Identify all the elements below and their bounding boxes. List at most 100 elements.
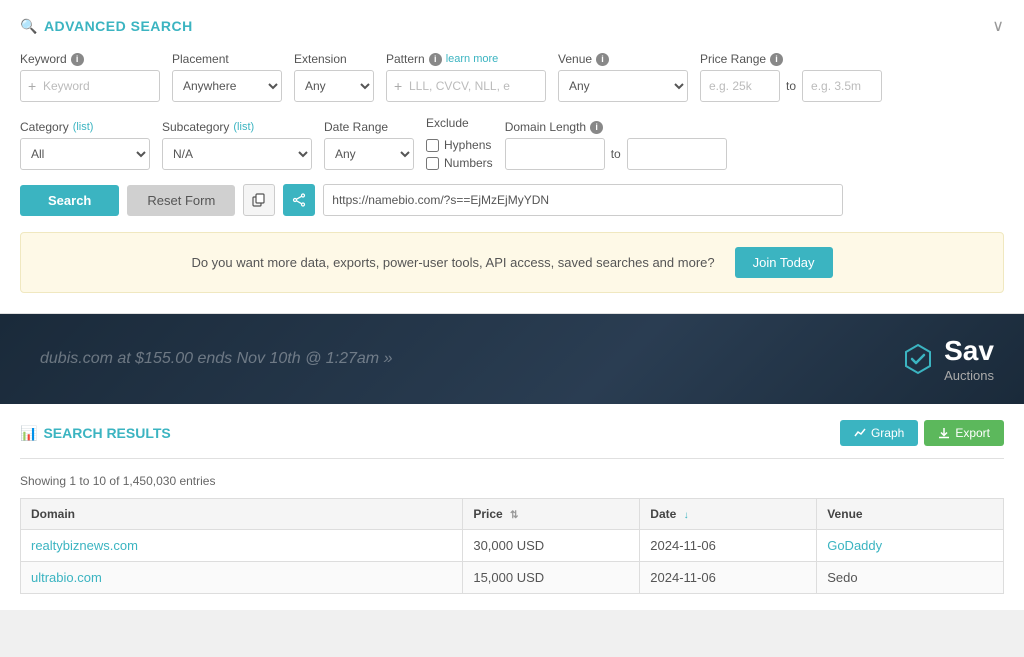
domain-length-label: Domain Length i bbox=[505, 120, 727, 134]
advanced-search-section: 🔍 ADVANCED SEARCH ∨ Keyword i + Placemen… bbox=[0, 0, 1024, 314]
page-wrapper: 🔍 ADVANCED SEARCH ∨ Keyword i + Placemen… bbox=[0, 0, 1024, 610]
pattern-info-icon[interactable]: i bbox=[429, 53, 442, 66]
price-min-input[interactable] bbox=[700, 70, 780, 102]
results-section: 📊 SEARCH RESULTS Graph Export bbox=[0, 404, 1024, 610]
col-header-price[interactable]: Price ⇅ bbox=[463, 499, 640, 530]
exclude-hyphens-label[interactable]: Hyphens bbox=[426, 138, 493, 152]
price-range-info-icon[interactable]: i bbox=[770, 53, 783, 66]
price-to-label: to bbox=[784, 79, 798, 93]
cell-date-2: 2024-11-06 bbox=[640, 562, 817, 594]
exclude-hyphens-checkbox[interactable] bbox=[426, 139, 439, 152]
cell-price-1: 30,000 USD bbox=[463, 530, 640, 562]
auction-promo-text[interactable]: dubis.com at $155.00 ends Nov 10th @ 1:2… bbox=[40, 350, 392, 368]
collapse-icon[interactable]: ∨ bbox=[992, 16, 1004, 36]
results-actions: Graph Export bbox=[840, 420, 1004, 446]
subcategory-label: Subcategory (list) bbox=[162, 120, 312, 134]
auction-banner: dubis.com at $155.00 ends Nov 10th @ 1:2… bbox=[0, 314, 1024, 404]
category-list-link[interactable]: (list) bbox=[73, 121, 94, 133]
subcategory-group: Subcategory (list) N/A bbox=[162, 120, 312, 170]
domain-length-inputs: to bbox=[505, 138, 727, 170]
venue-label: Venue i bbox=[558, 52, 688, 66]
price-max-input[interactable] bbox=[802, 70, 882, 102]
category-select[interactable]: All Business Technology Health bbox=[20, 138, 150, 170]
domain-link-1[interactable]: realtybiznews.com bbox=[31, 538, 138, 553]
section-title: 🔍 ADVANCED SEARCH bbox=[20, 18, 193, 35]
pattern-group: Pattern i learn more + bbox=[386, 52, 546, 102]
venue-select[interactable]: Any GoDaddy Sedo NameJet bbox=[558, 70, 688, 102]
domain-link-2[interactable]: ultrabio.com bbox=[31, 570, 102, 585]
results-header: 📊 SEARCH RESULTS Graph Export bbox=[20, 420, 1004, 446]
link-share-button[interactable] bbox=[283, 184, 315, 216]
date-sort-icon: ↓ bbox=[684, 510, 689, 521]
keyword-input[interactable] bbox=[20, 70, 160, 102]
search-icon: 🔍 bbox=[20, 18, 38, 35]
pattern-input-wrapper: + bbox=[386, 70, 546, 102]
venue-link-1[interactable]: GoDaddy bbox=[827, 538, 882, 553]
date-range-group: Date Range Any Today Last 7 days Last 30… bbox=[324, 120, 414, 170]
price-range-label: Price Range i bbox=[700, 52, 882, 66]
sav-brand-sub: Auctions bbox=[944, 368, 994, 384]
results-count: Showing 1 to 10 of 1,450,030 entries bbox=[20, 474, 1004, 488]
cell-date-1: 2024-11-06 bbox=[640, 530, 817, 562]
category-group: Category (list) All Business Technology … bbox=[20, 120, 150, 170]
export-button[interactable]: Export bbox=[924, 420, 1004, 446]
auction-brand: Sav Auctions bbox=[944, 334, 994, 383]
cell-price-2: 15,000 USD bbox=[463, 562, 640, 594]
domain-length-max-input[interactable] bbox=[627, 138, 727, 170]
reset-button[interactable]: Reset Form bbox=[127, 185, 235, 216]
table-row: ultrabio.com 15,000 USD 2024-11-06 Sedo bbox=[21, 562, 1004, 594]
keyword-group: Keyword i + bbox=[20, 52, 160, 102]
auction-logo: Sav Auctions bbox=[900, 334, 994, 383]
category-label: Category (list) bbox=[20, 120, 150, 134]
join-today-button[interactable]: Join Today bbox=[735, 247, 833, 278]
domain-length-group: Domain Length i to bbox=[505, 120, 727, 170]
date-range-select[interactable]: Any Today Last 7 days Last 30 days bbox=[324, 138, 414, 170]
exclude-group: Exclude Hyphens Numbers bbox=[426, 116, 493, 170]
keyword-info-icon[interactable]: i bbox=[71, 53, 84, 66]
promo-banner: Do you want more data, exports, power-us… bbox=[20, 232, 1004, 293]
domain-length-info-icon[interactable]: i bbox=[590, 121, 603, 134]
promo-text: Do you want more data, exports, power-us… bbox=[191, 255, 714, 270]
extension-select[interactable]: Any .com .net .org bbox=[294, 70, 374, 102]
extension-group: Extension Any .com .net .org bbox=[294, 52, 374, 102]
subcategory-list-link[interactable]: (list) bbox=[233, 121, 254, 133]
domain-length-to-label: to bbox=[609, 147, 623, 161]
exclude-options: Hyphens Numbers bbox=[426, 136, 493, 170]
col-header-domain: Domain bbox=[21, 499, 463, 530]
col-header-date[interactable]: Date ↓ bbox=[640, 499, 817, 530]
cell-venue-2: Sedo bbox=[817, 562, 1004, 594]
keyword-plus-icon: + bbox=[28, 78, 36, 94]
pattern-input[interactable] bbox=[386, 70, 546, 102]
exclude-numbers-label[interactable]: Numbers bbox=[426, 156, 493, 170]
copy-share-button[interactable] bbox=[243, 184, 275, 216]
table-header: Domain Price ⇅ Date ↓ Venue bbox=[21, 499, 1004, 530]
keyword-input-wrapper: + bbox=[20, 70, 160, 102]
domain-length-min-input[interactable] bbox=[505, 138, 605, 170]
price-range-inputs: to bbox=[700, 70, 882, 102]
share-url-input[interactable] bbox=[323, 184, 843, 216]
cell-venue-1: GoDaddy bbox=[817, 530, 1004, 562]
placement-group: Placement Anywhere Starts with Ends with… bbox=[172, 52, 282, 102]
price-range-group: Price Range i to bbox=[700, 52, 882, 102]
subcategory-select[interactable]: N/A bbox=[162, 138, 312, 170]
graph-button[interactable]: Graph bbox=[840, 420, 918, 446]
table-row: realtybiznews.com 30,000 USD 2024-11-06 … bbox=[21, 530, 1004, 562]
table-header-row: Domain Price ⇅ Date ↓ Venue bbox=[21, 499, 1004, 530]
results-divider bbox=[20, 458, 1004, 459]
graph-icon bbox=[854, 427, 866, 439]
cell-domain-1: realtybiznews.com bbox=[21, 530, 463, 562]
placement-select[interactable]: Anywhere Starts with Ends with Exact bbox=[172, 70, 282, 102]
venue-info-icon[interactable]: i bbox=[596, 53, 609, 66]
venue-group: Venue i Any GoDaddy Sedo NameJet bbox=[558, 52, 688, 102]
sav-logo-icon bbox=[900, 341, 936, 377]
search-buttons-row: Search Reset Form bbox=[20, 184, 1004, 216]
date-range-label: Date Range bbox=[324, 120, 414, 134]
search-button[interactable]: Search bbox=[20, 185, 119, 216]
exclude-label: Exclude bbox=[426, 116, 493, 130]
results-table: Domain Price ⇅ Date ↓ Venue bbox=[20, 498, 1004, 594]
exclude-numbers-checkbox[interactable] bbox=[426, 157, 439, 170]
pattern-plus-icon: + bbox=[394, 78, 402, 94]
pattern-learn-more[interactable]: learn more bbox=[446, 53, 499, 65]
extension-label: Extension bbox=[294, 52, 374, 66]
placement-label: Placement bbox=[172, 52, 282, 66]
